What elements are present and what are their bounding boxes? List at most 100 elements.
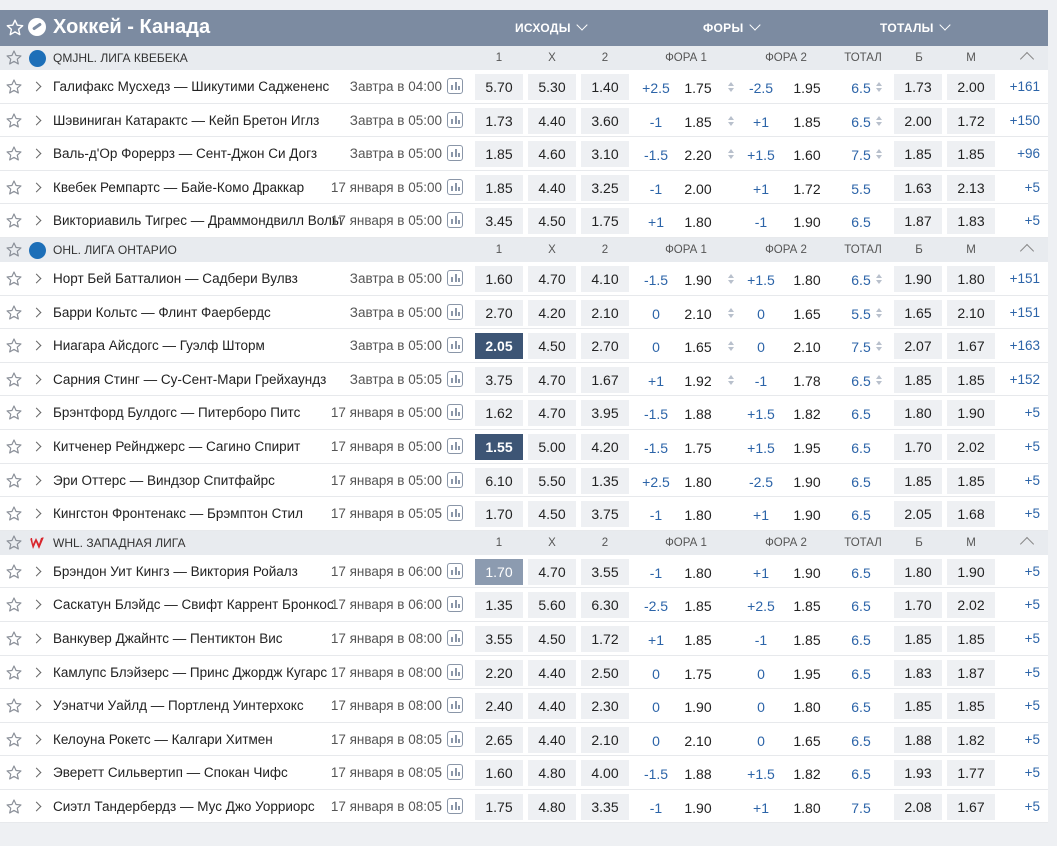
odds-win1[interactable]: 1.60 bbox=[475, 760, 523, 787]
match-favorite-star-icon[interactable] bbox=[5, 212, 23, 230]
handicap2-odds[interactable]: 1.82 bbox=[785, 406, 829, 422]
handicap1-odds[interactable]: 1.85 bbox=[676, 632, 720, 648]
odds-draw[interactable]: 4.50 bbox=[528, 208, 576, 235]
odds-win1[interactable]: 2.40 bbox=[475, 693, 523, 720]
odds-draw[interactable]: 4.50 bbox=[528, 625, 576, 652]
handicap2-odds[interactable]: 1.90 bbox=[785, 507, 829, 523]
handicap1-odds[interactable]: 1.80 bbox=[676, 214, 720, 230]
handicap2-odds[interactable]: 1.80 bbox=[785, 699, 829, 715]
more-markets-link[interactable]: +150 bbox=[1000, 113, 1040, 128]
league-header[interactable]: QMJHL. ЛИГА КВЕБЕКА 1 X 2 ФОРА 1 ФОРА 2 ТОТАЛ Б… bbox=[0, 46, 1048, 70]
match-row[interactable]: Кингстон Фронтенакс — Брэмптон Стил 17 ян… bbox=[0, 497, 1048, 531]
odds-win2[interactable]: 3.35 bbox=[581, 793, 629, 820]
handicap1-odds[interactable]: 1.75 bbox=[676, 80, 720, 96]
match-teams[interactable]: Сарния Стинг — Су-Сент-Мари Грейхаундз bbox=[53, 372, 341, 387]
more-markets-link[interactable]: +5 bbox=[1000, 765, 1040, 780]
chevron-right-icon[interactable] bbox=[31, 307, 42, 318]
statistics-icon[interactable] bbox=[447, 178, 463, 195]
odds-win1[interactable]: 3.75 bbox=[475, 366, 523, 393]
handicap1-odds[interactable]: 1.90 bbox=[676, 699, 720, 715]
odds-draw[interactable]: 4.40 bbox=[528, 726, 576, 753]
league-favorite-star-icon[interactable] bbox=[5, 49, 23, 67]
match-favorite-star-icon[interactable] bbox=[5, 563, 23, 581]
match-teams[interactable]: Китченер Рейнджерс — Сагино Спирит bbox=[53, 439, 341, 454]
match-row[interactable]: Брэнтфорд Булдогс — Питерборо Питс 17 янв… bbox=[0, 396, 1048, 430]
statistics-icon[interactable] bbox=[447, 505, 463, 522]
more-markets-link[interactable]: +151 bbox=[1000, 271, 1040, 286]
handicap2-odds[interactable]: 1.72 bbox=[785, 181, 829, 197]
match-row[interactable]: Эри Оттерс — Виндзор Спитфайрс 17 января … bbox=[0, 464, 1048, 498]
odds-win2[interactable]: 1.67 bbox=[581, 366, 629, 393]
match-row[interactable]: Брэндон Уит Кингз — Виктория Ройалз 17 ян… bbox=[0, 555, 1048, 589]
match-teams[interactable]: Саскатун Блэйдс — Свифт Каррент Бронкос bbox=[53, 597, 341, 612]
odds-over[interactable]: 1.83 bbox=[894, 659, 942, 686]
odds-win1[interactable]: 1.70 bbox=[475, 501, 523, 528]
match-row[interactable]: Ниагара Айсдогс — Гуэлф Шторм Завтра в 05… bbox=[0, 329, 1048, 363]
handicap-switch-icon[interactable] bbox=[728, 82, 735, 92]
odds-over[interactable]: 2.05 bbox=[894, 501, 942, 528]
odds-over[interactable]: 2.07 bbox=[894, 333, 942, 360]
match-row[interactable]: Валь-д'Ор Фореррз — Сент-Джон Си Догз Зав… bbox=[0, 137, 1048, 171]
collapse-chevron-icon[interactable] bbox=[1019, 243, 1035, 259]
handicap1-odds[interactable]: 2.00 bbox=[676, 181, 720, 197]
odds-under[interactable]: 1.72 bbox=[947, 107, 995, 134]
odds-under[interactable]: 1.87 bbox=[947, 659, 995, 686]
chevron-right-icon[interactable] bbox=[31, 667, 42, 677]
odds-draw[interactable]: 4.80 bbox=[528, 760, 576, 787]
outcomes-group-toggle[interactable]: ИСХОДЫ bbox=[515, 19, 588, 35]
odds-win1[interactable]: 1.70 bbox=[475, 558, 523, 585]
handicap1-odds[interactable]: 1.90 bbox=[676, 800, 720, 816]
odds-under[interactable]: 2.02 bbox=[947, 592, 995, 619]
match-teams[interactable]: Брэндон Уит Кингз — Виктория Ройалз bbox=[53, 564, 341, 579]
handicap-switch-icon[interactable] bbox=[728, 115, 735, 126]
odds-under[interactable]: 1.85 bbox=[947, 467, 995, 494]
odds-win1[interactable]: 6.10 bbox=[475, 467, 523, 494]
more-markets-link[interactable]: +5 bbox=[1000, 180, 1040, 195]
odds-under[interactable]: 1.90 bbox=[947, 558, 995, 585]
match-teams[interactable]: Эверетт Сильвертип — Спокан Чифс bbox=[53, 765, 341, 780]
more-markets-link[interactable]: +5 bbox=[1000, 473, 1040, 488]
statistics-icon[interactable] bbox=[447, 797, 463, 814]
odds-over[interactable]: 1.85 bbox=[894, 141, 942, 168]
odds-under[interactable]: 1.85 bbox=[947, 625, 995, 652]
odds-win2[interactable]: 4.20 bbox=[581, 433, 629, 460]
odds-under[interactable]: 1.82 bbox=[947, 726, 995, 753]
odds-over[interactable]: 1.70 bbox=[894, 433, 942, 460]
odds-win2[interactable]: 3.95 bbox=[581, 400, 629, 427]
odds-win1[interactable]: 1.55 bbox=[475, 433, 523, 460]
odds-win2[interactable]: 1.40 bbox=[581, 74, 629, 100]
match-favorite-star-icon[interactable] bbox=[5, 270, 23, 288]
odds-under[interactable]: 1.67 bbox=[947, 793, 995, 820]
statistics-icon[interactable] bbox=[447, 471, 463, 488]
more-markets-link[interactable]: +5 bbox=[1000, 564, 1040, 579]
odds-under[interactable]: 1.80 bbox=[947, 265, 995, 292]
match-teams[interactable]: Квебек Ремпартс — Байе-Комо Драккар bbox=[53, 180, 341, 195]
odds-under[interactable]: 1.85 bbox=[947, 366, 995, 393]
handicap2-odds[interactable]: 1.85 bbox=[785, 114, 829, 130]
odds-win1[interactable]: 5.70 bbox=[475, 74, 523, 100]
chevron-right-icon[interactable] bbox=[31, 700, 42, 711]
match-row[interactable]: Китченер Рейнджерс — Сагино Спирит 17 янв… bbox=[0, 430, 1048, 464]
handicap1-odds[interactable]: 1.85 bbox=[676, 114, 720, 130]
statistics-icon[interactable] bbox=[447, 697, 463, 714]
handicap2-odds[interactable]: 2.10 bbox=[785, 339, 829, 355]
handicap2-odds[interactable]: 1.65 bbox=[785, 306, 829, 322]
handicap1-odds[interactable]: 2.10 bbox=[676, 306, 720, 322]
chevron-right-icon[interactable] bbox=[31, 374, 42, 385]
match-favorite-star-icon[interactable] bbox=[5, 731, 23, 749]
odds-win2[interactable]: 2.10 bbox=[581, 726, 629, 753]
match-favorite-star-icon[interactable] bbox=[5, 304, 23, 322]
statistics-icon[interactable] bbox=[447, 370, 463, 387]
match-row[interactable]: Викториавиль Тигрес — Драммондвилл Вольт… bbox=[0, 204, 1048, 238]
odds-win1[interactable]: 2.20 bbox=[475, 659, 523, 686]
match-teams[interactable]: Эри Оттерс — Виндзор Спитфайрс bbox=[53, 473, 341, 488]
odds-draw[interactable]: 5.30 bbox=[528, 74, 576, 100]
odds-under[interactable]: 1.77 bbox=[947, 760, 995, 787]
more-markets-link[interactable]: +5 bbox=[1000, 631, 1040, 646]
odds-win2[interactable]: 2.70 bbox=[581, 333, 629, 360]
odds-win2[interactable]: 4.00 bbox=[581, 760, 629, 787]
odds-win1[interactable]: 3.55 bbox=[475, 625, 523, 652]
handicap1-odds[interactable]: 1.80 bbox=[676, 565, 720, 581]
match-teams[interactable]: Уэнатчи Уайлд — Портленд Уинтерхокс bbox=[53, 698, 341, 713]
favorite-star-icon[interactable] bbox=[5, 18, 25, 38]
